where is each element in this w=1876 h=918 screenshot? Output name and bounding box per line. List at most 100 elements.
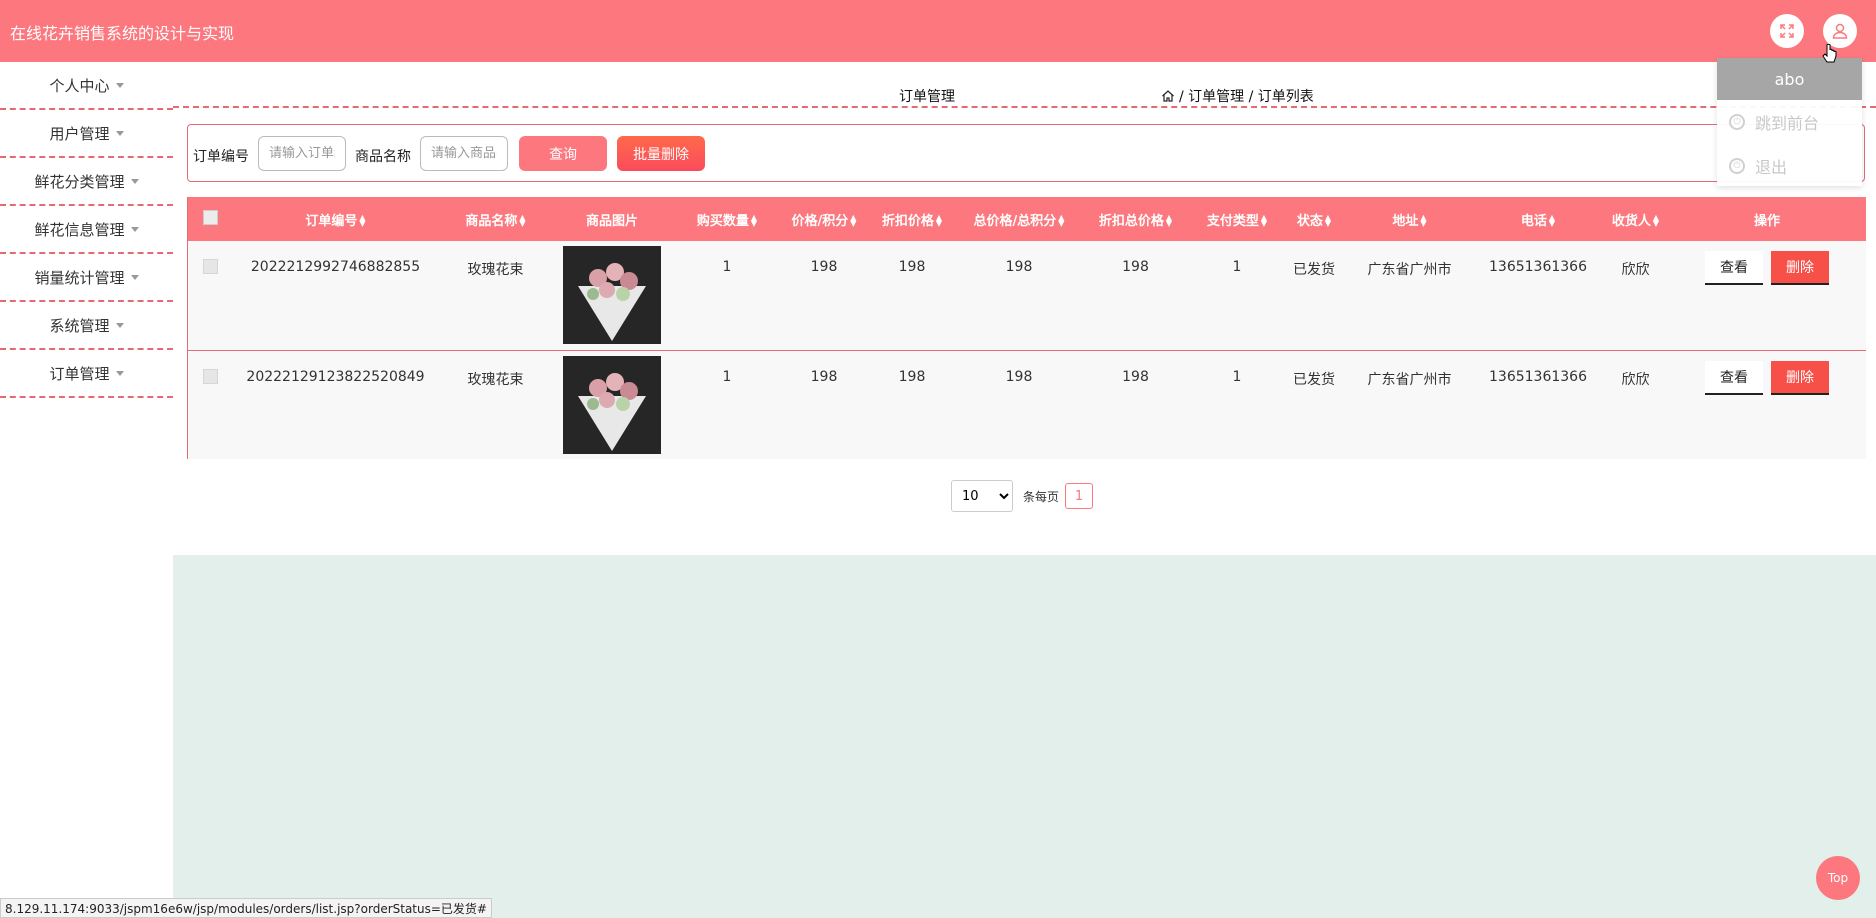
cell-discount-price: 198 [898,368,926,385]
cell-discount-total: 198 [1122,259,1149,275]
delete-button[interactable]: 删除 [1771,251,1829,285]
cell-discount-total: 198 [1122,368,1149,385]
sort-icon: ▲ ▼ [1548,213,1556,228]
caret-down-icon [115,82,124,88]
cell-status: 已发货 [1293,371,1335,388]
col-header-status[interactable]: 状态 ▲ ▼ [1282,197,1346,241]
order-no-input[interactable] [258,136,346,171]
back-to-top-button[interactable]: Top [1816,856,1860,900]
col-header-order-no[interactable]: 订单编号 ▲ ▼ [233,197,438,241]
page-size-select[interactable]: 10 [951,480,1013,512]
query-button[interactable]: 查询 [519,136,607,171]
cell-total: 198 [1005,368,1033,385]
cell-address: 广东省广州市 [1367,262,1452,278]
power-icon: ⏻ [1729,114,1745,130]
delete-button[interactable]: 删除 [1771,360,1829,395]
table-row: 20222129123822520849 玫瑰花束 1 198 198 198 … [188,350,1866,459]
cell-product: 玫瑰花束 [467,371,524,388]
sort-icon: ▲ ▼ [750,213,758,228]
col-header-product[interactable]: 商品名称 ▲ ▼ [438,197,553,241]
sidebar-item-system[interactable]: 系统管理 [0,302,173,350]
sort-icon: ▲ ▼ [519,213,526,228]
page-number-button[interactable]: 1 [1065,483,1094,509]
col-header-discount-total[interactable]: 折扣总价格 ▲ ▼ [1079,197,1192,241]
sort-icon: ▲ ▼ [1652,213,1660,228]
sidebar-item-personal-center[interactable]: 个人中心 [0,62,173,110]
cell-phone: 13651361366 [1489,259,1587,275]
table-header-row: 订单编号 ▲ ▼ 商品名称 ▲ ▼ 商品图片 购买数量 ▲ ▼ 价格/积分 ▲ ▼ 折扣价格 ▲ ▼… [188,197,1866,241]
view-button[interactable]: 查看 [1705,251,1763,285]
view-button[interactable]: 查看 [1705,360,1763,395]
batch-delete-button[interactable]: 批量删除 [617,136,705,171]
product-image[interactable] [563,355,661,454]
sidebar-item-flower-info[interactable]: 鲜花信息管理 [0,206,173,254]
cell-quantity: 1 [722,259,732,275]
sidebar: 个人中心 用户管理 鲜花分类管理 鲜花信息管理 销量统计管理 系统管理 订单管理 [0,62,173,918]
page-title: 订单管理 [899,89,955,105]
col-header-phone[interactable]: 电话 ▲ ▼ [1473,197,1603,241]
cell-receiver: 欣欣 [1621,262,1650,278]
menu-item-logout[interactable]: ⏻ 退出 [1717,144,1862,188]
pagination: 10 条每页 1 [951,480,1094,512]
caret-down-icon [115,370,124,376]
col-header-quantity[interactable]: 购买数量 ▲ ▼ [671,197,783,241]
product-name-input[interactable] [420,136,508,171]
col-header-pay-type[interactable]: 支付类型 ▲ ▼ [1192,197,1282,241]
user-icon [1832,23,1848,39]
user-avatar-button[interactable] [1823,14,1857,48]
sort-icon: ▲ ▼ [850,213,857,228]
sort-icon: ▲ ▼ [359,213,366,228]
select-all-checkbox[interactable] [203,209,218,225]
cell-address: 广东省广州市 [1367,371,1452,388]
sort-icon: ▲ ▼ [1058,213,1065,228]
row-checkbox[interactable] [203,368,218,384]
col-header-price[interactable]: 价格/积分 ▲ ▼ [783,197,865,241]
fullscreen-icon [1780,24,1794,38]
menu-item-go-frontend[interactable]: ⏻ 跳到前台 [1717,100,1862,144]
mouse-pointer-icon [1822,44,1837,63]
breadcrumb-bar: 订单管理 / 订单管理 / 订单列表 [173,62,1876,108]
cell-order-no: 20222129123822520849 [246,368,425,385]
bouquet-image [563,246,661,344]
fullscreen-button[interactable] [1770,14,1804,48]
order-no-label: 订单编号 [193,149,249,165]
status-bar-url: 8.129.11.174:9033/jspm16e6w/jsp/modules/… [0,898,492,918]
content-background [173,555,1876,918]
bouquet-image [563,355,661,454]
cell-price: 198 [810,259,838,275]
caret-down-icon [115,322,124,328]
col-header-total[interactable]: 总价格/总积分 ▲ ▼ [959,197,1079,241]
sort-icon: ▲ ▼ [935,213,943,228]
product-image[interactable] [563,246,661,344]
caret-down-icon [130,226,139,232]
sidebar-item-orders[interactable]: 订单管理 [0,350,173,398]
cell-order-no: 2022212992746882855 [250,259,421,275]
cell-pay-type: 1 [1232,368,1242,385]
home-icon[interactable] [1161,89,1175,103]
sidebar-item-flower-category[interactable]: 鲜花分类管理 [0,158,173,206]
col-header-address[interactable]: 地址 ▲ ▼ [1346,197,1473,241]
sidebar-item-sales-stats[interactable]: 销量统计管理 [0,254,173,302]
col-header-receiver[interactable]: 收货人 ▲ ▼ [1603,197,1668,241]
app-title: 在线花卉销售系统的设计与实现 [10,24,235,43]
user-dropdown-menu: abo ⏻ 跳到前台 ⏻ 退出 [1717,58,1862,186]
sidebar-item-user-management[interactable]: 用户管理 [0,110,173,158]
top-header: 在线花卉销售系统的设计与实现 [0,0,1876,62]
sort-icon: ▲ ▼ [1420,213,1427,228]
cell-product: 玫瑰花束 [467,262,524,278]
per-page-label: 条每页 [1023,489,1060,504]
breadcrumb: / 订单管理 / 订单列表 [1161,86,1314,106]
cell-pay-type: 1 [1232,259,1242,275]
sort-icon: ▲ ▼ [1324,213,1332,228]
search-form: 订单编号 商品名称 查询 批量删除 [187,124,1865,182]
caret-down-icon [130,178,139,184]
cell-phone: 13651361366 [1489,368,1587,385]
row-checkbox[interactable] [203,259,218,274]
sort-icon: ▲ ▼ [1260,213,1268,228]
caret-down-icon [130,274,139,280]
col-header-discount-price[interactable]: 折扣价格 ▲ ▼ [865,197,959,241]
cell-receiver: 欣欣 [1621,371,1650,388]
product-name-label: 商品名称 [355,149,411,165]
cell-status: 已发货 [1293,262,1335,278]
cell-total: 198 [1005,259,1033,275]
